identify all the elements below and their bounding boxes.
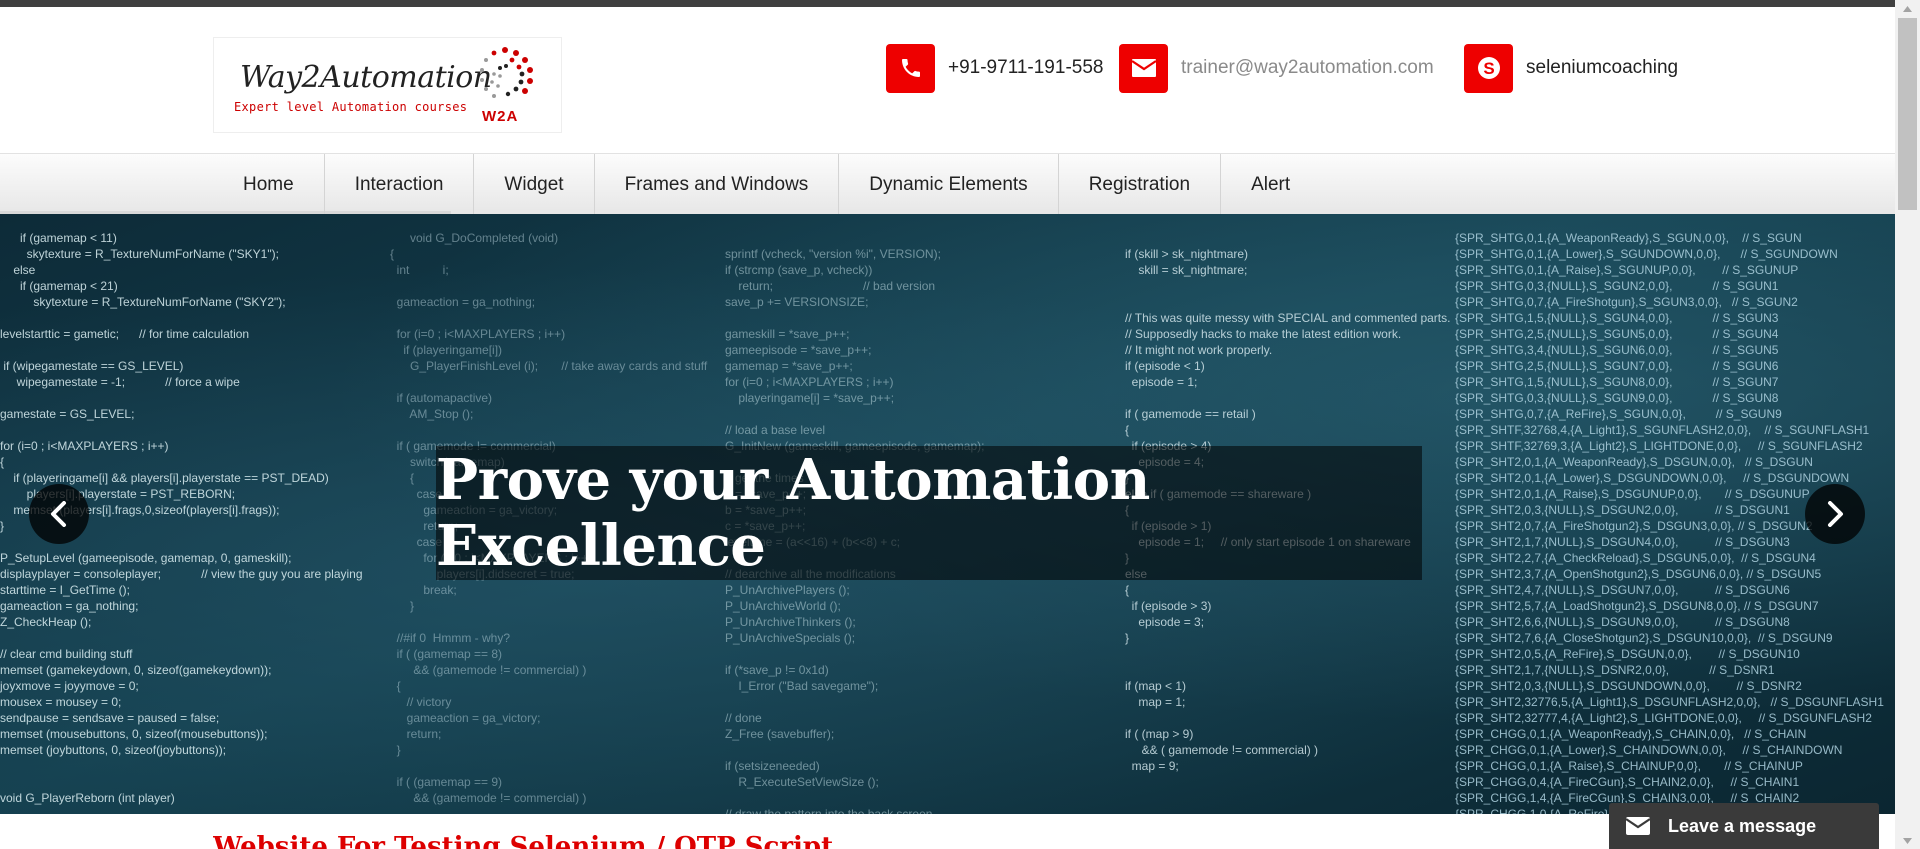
contact-email[interactable]: trainer@way2automation.com [1119, 43, 1434, 93]
svg-text:S: S [1483, 59, 1494, 78]
nav-item-widget[interactable]: Widget [473, 154, 593, 215]
skype-icon: S [1464, 43, 1513, 93]
phone-icon [886, 43, 935, 93]
contact-skype[interactable]: S seleniumcoaching [1464, 43, 1678, 93]
envelope-icon [1625, 813, 1651, 839]
envelope-icon [1119, 43, 1168, 93]
hero-caption-text: Prove your Automation Excellence [436, 447, 1150, 579]
logo-mark-text: W2A [482, 108, 519, 125]
logo-tagline: Expert level Automation courses [234, 100, 468, 114]
nav-item-home[interactable]: Home [213, 154, 324, 215]
section-title: Website For Testing Selenium / QTP Scrip… [213, 832, 834, 849]
hero-slider: if (gamemap < 11) skytexture = R_Texture… [0, 214, 1895, 814]
scroll-up-arrow-icon[interactable] [1895, 0, 1920, 17]
main-nav: Home Interaction Widget Frames and Windo… [0, 153, 1895, 215]
page-scrollbar[interactable] [1895, 0, 1920, 849]
site-logo[interactable]: Way2Automation Expert level Automation c… [213, 37, 562, 133]
logo-brand: Way2Automation [240, 60, 492, 95]
logo-dots-icon [480, 47, 533, 98]
contact-skype-text: seleniumcoaching [1526, 57, 1679, 78]
scroll-down-arrow-icon[interactable] [1895, 832, 1920, 849]
contact-phone[interactable]: +91-9711-191-558 [886, 43, 1103, 93]
nav-item-registration[interactable]: Registration [1057, 154, 1220, 215]
nav-item-interaction[interactable]: Interaction [323, 154, 474, 215]
slider-next-button[interactable] [1805, 484, 1865, 544]
top-border [0, 0, 1895, 7]
nav-item-frames-and-windows[interactable]: Frames and Windows [593, 154, 839, 215]
nav-item-alert[interactable]: Alert [1220, 154, 1320, 215]
leave-message-button[interactable]: Leave a message [1609, 803, 1879, 849]
chevron-right-icon [1828, 501, 1843, 527]
hero-caption: Prove your Automation Excellence [436, 446, 1422, 580]
site-header: Way2Automation Expert level Automation c… [0, 7, 1895, 153]
contact-email-text: trainer@way2automation.com [1181, 57, 1434, 78]
slider-prev-button[interactable] [29, 484, 89, 544]
nav-item-dynamic-elements[interactable]: Dynamic Elements [838, 154, 1057, 215]
leave-message-label: Leave a message [1668, 815, 1817, 836]
scrollbar-thumb[interactable] [1898, 18, 1917, 210]
contact-phone-text: +91-9711-191-558 [948, 57, 1104, 78]
chevron-left-icon [51, 501, 66, 527]
